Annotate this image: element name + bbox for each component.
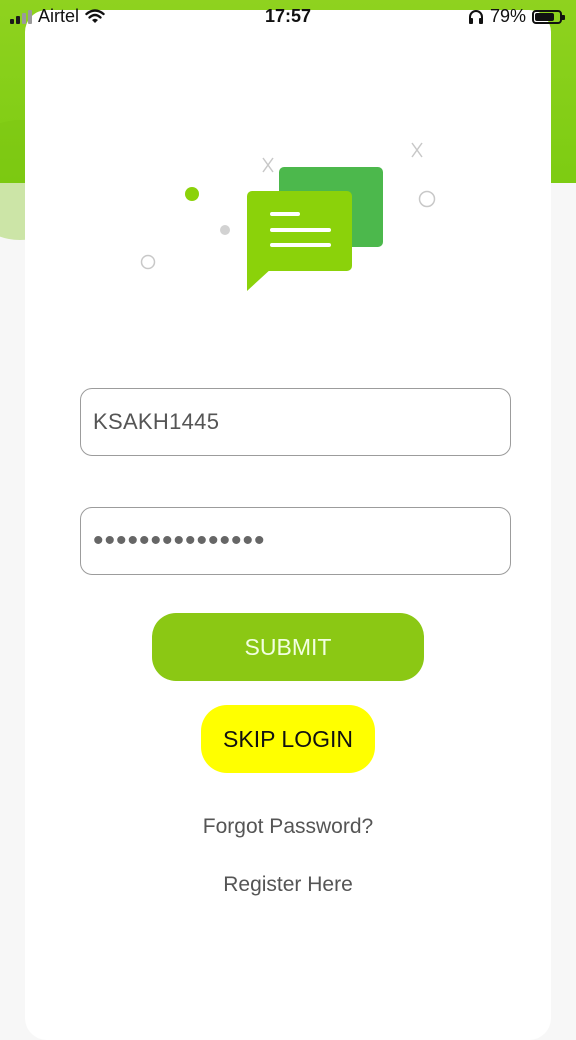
cross-left xyxy=(262,157,274,173)
username-value: KSAKH1445 xyxy=(93,409,220,434)
chat-illustration xyxy=(140,142,436,291)
grey-dot xyxy=(220,225,230,235)
skip-login-button[interactable]: SKIP LOGIN xyxy=(201,705,375,773)
skip-login-label: SKIP LOGIN xyxy=(223,725,353,752)
submit-label: SUBMIT xyxy=(244,633,332,660)
accent-dot xyxy=(185,187,199,201)
password-value: ••••••••••••••• xyxy=(93,524,266,557)
register-link[interactable]: Register Here xyxy=(0,873,576,897)
chat-bubbles-icon xyxy=(247,167,383,291)
cross-right xyxy=(411,142,423,158)
password-field[interactable]: ••••••••••••••• xyxy=(80,507,511,575)
username-field[interactable]: KSAKH1445 xyxy=(80,388,511,456)
submit-button[interactable]: SUBMIT xyxy=(152,613,424,681)
ring-right xyxy=(418,190,436,208)
forgot-password-link[interactable]: Forgot Password? xyxy=(0,815,576,839)
ring-left xyxy=(140,254,156,270)
